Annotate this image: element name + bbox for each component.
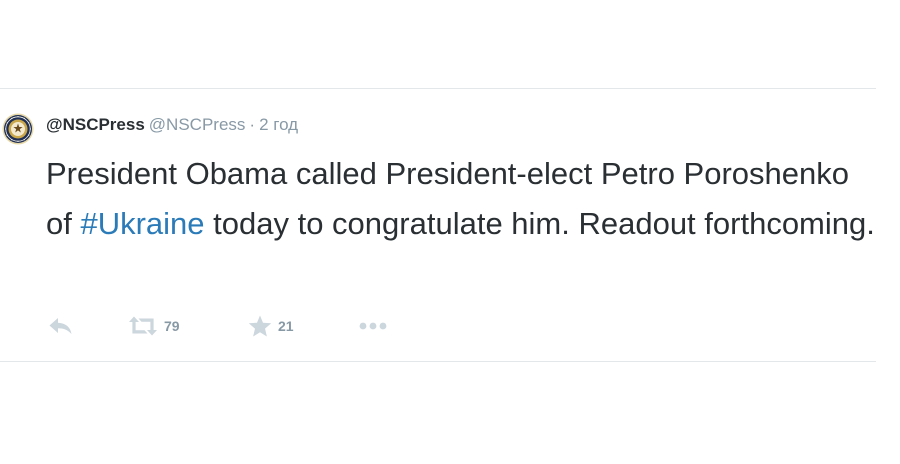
username-handle[interactable]: @NSCPress: [149, 115, 246, 134]
tweet-actions: 79 21: [48, 314, 468, 338]
favorite-count: 21: [278, 318, 294, 334]
avatar[interactable]: [2, 113, 34, 145]
retweet-icon: [129, 316, 157, 336]
reply-button[interactable]: [48, 314, 74, 338]
hashtag-link[interactable]: #Ukraine: [80, 206, 204, 241]
page: @NSCPress @NSCPress · 2 год President Obama…: [0, 0, 900, 464]
timestamp-link[interactable]: 2 год: [259, 115, 298, 134]
presidential-seal-icon: [2, 113, 34, 145]
more-button[interactable]: [358, 314, 388, 338]
tweet-text-part-2: today to congratulate him. Readout forth…: [204, 206, 875, 241]
tweet-card[interactable]: @NSCPress @NSCPress · 2 год President Obama…: [0, 88, 876, 362]
separator-dot: ·: [249, 115, 256, 134]
display-name[interactable]: @NSCPress: [46, 115, 145, 134]
favorite-button[interactable]: 21: [248, 314, 294, 338]
tweet-text: President Obama called President-elect P…: [46, 149, 876, 249]
retweet-count: 79: [164, 318, 180, 334]
tweet-header: @NSCPress @NSCPress · 2 год: [46, 114, 298, 136]
more-dots-icon: [359, 322, 387, 330]
reply-icon: [49, 318, 72, 334]
retweet-button[interactable]: 79: [128, 314, 180, 338]
star-icon: [248, 315, 272, 337]
